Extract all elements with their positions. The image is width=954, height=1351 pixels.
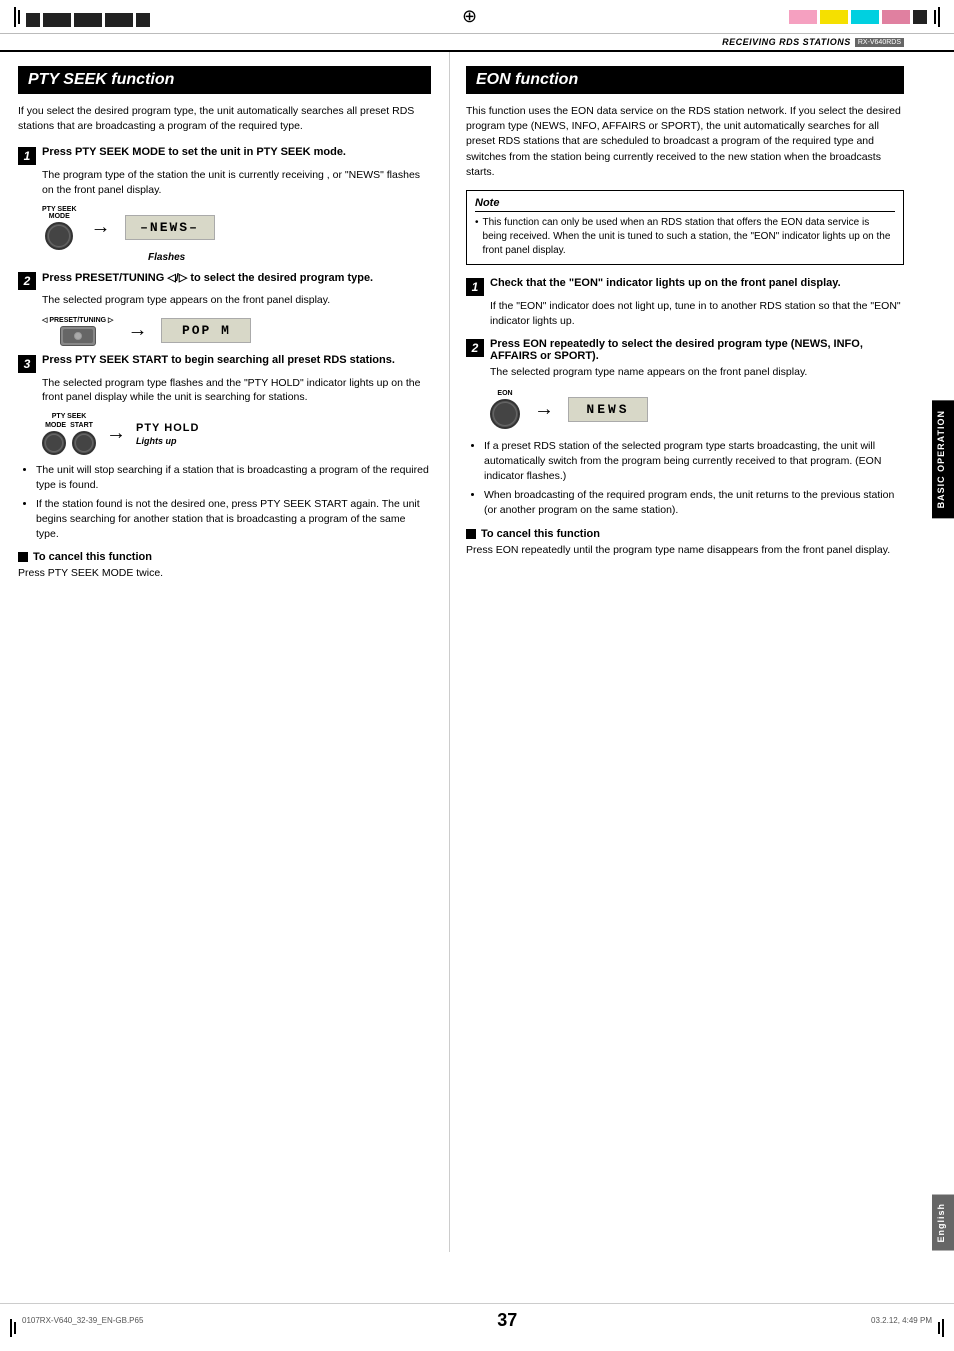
step-1: 1 Press PTY SEEK MODE to set the unit in… xyxy=(18,146,431,262)
eon-step-1: 1 Check that the "EON" indicator lights … xyxy=(466,277,904,328)
left-cancel: To cancel this function Press PTY SEEK M… xyxy=(18,551,431,581)
caption-1: Flashes xyxy=(148,252,431,263)
eon-lcd: NEWS xyxy=(568,397,648,422)
bottom-tab-english: English xyxy=(932,1195,954,1251)
eon-step-2: 2 Press EON repeatedly to select the des… xyxy=(466,338,904,429)
pty-seek-title: PTY SEEK function xyxy=(18,66,431,94)
eon-step-1-title: Check that the "EON" indicator lights up… xyxy=(490,277,841,289)
eon-step-1-num: 1 xyxy=(466,278,484,296)
footer-right: 03.2.12, 4:49 PM xyxy=(871,1316,932,1325)
step-3-num: 3 xyxy=(18,355,36,373)
step-3-body: The selected program type flashes and th… xyxy=(42,376,431,405)
left-cancel-title: To cancel this function xyxy=(33,551,152,563)
eon-arrow: → xyxy=(534,398,554,421)
diagram-3: PTY SEEK MODESTART → xyxy=(42,413,431,455)
btn-pty-seek-mode xyxy=(45,222,73,250)
main-content: PTY SEEK function If you select the desi… xyxy=(0,52,954,1252)
cancel-bullet-right xyxy=(466,529,476,539)
eon-cancel: To cancel this function Press EON repeat… xyxy=(466,528,904,558)
diagram-1: PTY SEEKMODE → –NEWS– xyxy=(42,206,431,250)
step-1-num: 1 xyxy=(18,147,36,165)
note-body: This function can only be used when an R… xyxy=(483,216,895,258)
pty-intro: If you select the desired program type, … xyxy=(18,104,431,134)
eon-intro: This function uses the EON data service … xyxy=(466,104,904,180)
cancel-bullet-left xyxy=(18,552,28,562)
step-3-title: Press PTY SEEK START to begin searching … xyxy=(42,354,395,366)
btn-start xyxy=(72,431,96,455)
eon-step-2-num: 2 xyxy=(466,339,484,357)
tuning-knob xyxy=(60,326,96,346)
arrow-3: → xyxy=(106,422,126,445)
eon-step-1-body: If the "EON" indicator does not light up… xyxy=(490,299,904,328)
step-2-title: Press PRESET/TUNING ◁/▷ to select the de… xyxy=(42,271,373,284)
eon-bullets: If a preset RDS station of the selected … xyxy=(484,439,904,517)
lcd-1: –NEWS– xyxy=(125,215,215,240)
eon-cancel-body: Press EON repeatedly until the program t… xyxy=(466,543,904,558)
page-header: RECEIVING RDS STATIONS RX-V640RDS xyxy=(0,34,954,52)
left-cancel-body: Press PTY SEEK MODE twice. xyxy=(18,566,431,581)
lcd-2: POP M xyxy=(161,318,251,343)
note-box: Note • This function can only be used wh… xyxy=(466,190,904,265)
pty-hold-text: PTY HOLD xyxy=(136,422,199,434)
page-number: 37 xyxy=(497,1310,517,1331)
page-footer: 0107RX-V640_32-39_EN-GB.P65 37 03.2.12, … xyxy=(0,1303,954,1337)
diagram-2: ◁ PRESET/TUNING ▷ → POP M xyxy=(42,316,431,346)
lights-up-label: Lights up xyxy=(136,436,177,446)
note-title: Note xyxy=(475,197,895,212)
left-column: PTY SEEK function If you select the desi… xyxy=(0,52,450,1252)
step-2: 2 Press PRESET/TUNING ◁/▷ to select the … xyxy=(18,271,431,346)
footer-left: 0107RX-V640_32-39_EN-GB.P65 xyxy=(22,1316,143,1325)
header-title: RECEIVING RDS STATIONS xyxy=(722,37,851,47)
btn-mode xyxy=(42,431,66,455)
btn-eon xyxy=(490,399,520,429)
arrow-2: → xyxy=(127,319,147,342)
top-center-crosshair: ⊕ xyxy=(150,6,789,27)
note-bullet: • xyxy=(475,217,479,228)
eon-step-2-title: Press EON repeatedly to select the desir… xyxy=(490,338,904,362)
eon-cancel-title: To cancel this function xyxy=(481,528,600,540)
header-badge: RX-V640RDS xyxy=(855,38,904,47)
step-2-body: The selected program type appears on the… xyxy=(42,293,431,308)
eon-step-2-body: The selected program type name appears o… xyxy=(490,365,904,380)
step-3: 3 Press PTY SEEK START to begin searchin… xyxy=(18,354,431,455)
arrow-1: → xyxy=(91,216,111,239)
eon-title: EON function xyxy=(466,66,904,94)
top-left-marks xyxy=(14,7,150,27)
top-right-marks xyxy=(789,7,940,27)
side-tab-basic-operation: BASIC OPERATION xyxy=(932,400,954,518)
eon-diagram: EON → NEWS xyxy=(490,390,904,429)
step-2-num: 2 xyxy=(18,272,36,290)
step-1-body: The program type of the station the unit… xyxy=(42,168,431,197)
right-column: EON function This function uses the EON … xyxy=(450,52,954,1252)
step-1-title: Press PTY SEEK MODE to set the unit in P… xyxy=(42,146,346,158)
left-bullets: The unit will stop searching if a statio… xyxy=(36,463,431,541)
